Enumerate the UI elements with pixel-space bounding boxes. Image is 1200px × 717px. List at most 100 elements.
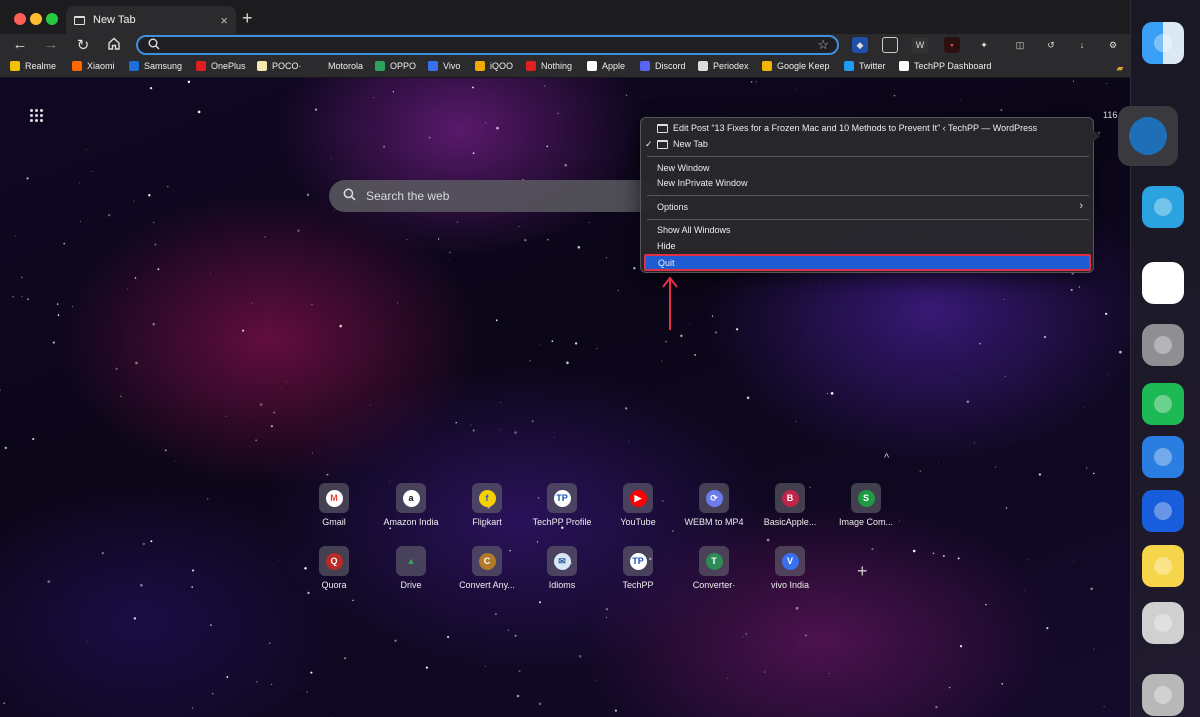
speed-dial-convert-any[interactable]: C Convert Any...	[447, 546, 527, 590]
slack-icon[interactable]	[1142, 262, 1184, 304]
bookmark-vivo[interactable]: Vivo	[428, 61, 460, 71]
speed-dial-vivo-india[interactable]: Vvivo India	[750, 546, 830, 590]
minimize-window-button[interactable]	[30, 13, 42, 25]
forward-icon[interactable]: →	[40, 36, 62, 53]
bookmark-favicon-icon	[129, 61, 139, 71]
split-screen-icon[interactable]: ◫	[1012, 37, 1028, 53]
bookmark-label: Nothing	[541, 61, 573, 71]
bookmark-techpp-dashboard[interactable]: TechPP Dashboard	[899, 61, 991, 71]
tab-title: New Tab	[93, 14, 136, 26]
disk-utility-icon[interactable]	[1142, 602, 1184, 644]
settings-gear-icon[interactable]: ⚙	[1105, 37, 1121, 53]
bookmark-label: POCO·	[272, 61, 302, 71]
speed-dial-techpp-profile[interactable]: TP TechPP Profile	[522, 483, 602, 527]
speed-dial-youtube[interactable]: ▶ YouTube	[598, 483, 678, 527]
speed-dial-drive[interactable]: ▲ Drive	[371, 546, 451, 590]
extension-window-icon[interactable]	[882, 37, 898, 53]
speed-dial-image-com[interactable]: S Image Com...	[826, 483, 906, 527]
zoom-window-button[interactable]	[46, 13, 58, 25]
extension-w-icon[interactable]: W	[912, 37, 928, 53]
web-search-box[interactable]: Search the web	[329, 180, 659, 212]
bookmark-oppo[interactable]: OPPO	[375, 61, 416, 71]
menu-item-new-window[interactable]: New Window	[657, 163, 710, 173]
finder-icon[interactable]	[1142, 22, 1184, 64]
notes-icon[interactable]	[1142, 545, 1184, 587]
menu-item-window-edit-post[interactable]: Edit Post “13 Fixes for a Frozen Mac and…	[657, 123, 1037, 133]
bitwarden-icon[interactable]	[1142, 490, 1184, 532]
site-favicon-icon: Q	[325, 552, 343, 570]
downloads-icon[interactable]: ↓	[1074, 37, 1090, 53]
site-favicon-icon: ▲	[406, 556, 416, 566]
refresh-icon[interactable]: ↻	[72, 36, 94, 54]
other-bookmarks-folder-icon[interactable]: ▰	[1112, 60, 1128, 76]
bookmark-label: iQOO	[490, 61, 514, 71]
speed-dial-amazon-india[interactable]: a Amazon India	[371, 483, 451, 527]
bookmark-realme[interactable]: Realme	[10, 61, 56, 71]
spotify-icon[interactable]	[1142, 383, 1184, 425]
speed-dial-basicapple[interactable]: B BasicApple...	[750, 483, 830, 527]
site-favicon-icon: ⟳	[705, 489, 723, 507]
tasks-icon[interactable]	[1142, 436, 1184, 478]
speed-dial-gmail[interactable]: M Gmail	[294, 483, 374, 527]
extension-badge-icon[interactable]: ▪	[944, 37, 960, 53]
history-icon[interactable]: ↺	[1043, 37, 1059, 53]
speed-dial-flipkart[interactable]: f Flipkart	[447, 483, 527, 527]
bookmark-motorola[interactable]: Motorola	[313, 61, 363, 71]
new-tab-button[interactable]: +	[242, 9, 253, 27]
bookmark-label: OnePlus	[211, 61, 246, 71]
bookmark-discord[interactable]: Discord	[640, 61, 686, 71]
bookmark-apple[interactable]: Apple	[587, 61, 625, 71]
bookmark-oneplus[interactable]: OnePlus	[196, 61, 246, 71]
tab-close-button[interactable]: ×	[220, 13, 228, 28]
speed-dial-techpp[interactable]: TP TechPP	[598, 546, 678, 590]
speed-dial-idioms[interactable]: ✉ Idioms	[522, 546, 602, 590]
bookmark-label: OPPO	[390, 61, 417, 71]
home-icon[interactable]	[103, 37, 125, 54]
bookmark-label: Google Keep	[777, 61, 830, 71]
menu-item-new-inprivate-window[interactable]: New InPrivate Window	[657, 178, 748, 188]
bookmark-nothing[interactable]: Nothing	[526, 61, 572, 71]
bookmark-label: Vivo	[443, 61, 461, 71]
close-window-button[interactable]	[14, 13, 26, 25]
dock-glyph	[1154, 686, 1172, 704]
bookmark-favicon-icon	[844, 61, 854, 71]
speed-dial-converter[interactable]: T Converter·	[674, 546, 754, 590]
tab-new-tab[interactable]: New Tab ×	[66, 6, 236, 34]
favorite-star-icon[interactable]: ☆	[817, 37, 829, 53]
extensions-puzzle-icon[interactable]: ✦	[976, 37, 992, 53]
site-favicon-icon: T	[705, 552, 723, 570]
bookmark-xiaomi[interactable]: Xiaomi	[72, 61, 115, 71]
speed-dial-label: Amazon India	[383, 517, 439, 527]
dock-glyph	[1154, 557, 1172, 575]
trash-icon[interactable]	[1142, 674, 1184, 716]
telegram-icon[interactable]	[1142, 186, 1184, 228]
bookmark-iqoo[interactable]: iQOO	[475, 61, 513, 71]
bookmark-favicon-icon	[196, 61, 206, 71]
bookmark-google-keep[interactable]: Google Keep	[762, 61, 830, 71]
speed-dial-webm-to-mp4[interactable]: ⟳ WEBM to MP4	[674, 483, 754, 527]
collapse-chevron-icon[interactable]: ^	[884, 452, 889, 464]
system-settings-icon[interactable]	[1142, 324, 1184, 366]
bookmark-poco[interactable]: POCO·	[257, 61, 302, 71]
menu-item-quit-label: Quit	[658, 258, 675, 268]
bookmark-samsung[interactable]: Samsung	[129, 61, 182, 71]
menu-item-quit[interactable]: Quit	[644, 254, 1091, 271]
app-launcher-icon[interactable]	[30, 109, 44, 123]
bookmark-periodex[interactable]: Periodex	[698, 61, 749, 71]
speed-dial-icon: Q	[319, 546, 349, 576]
edge-icon[interactable]	[1118, 106, 1178, 166]
menu-item-hide[interactable]: Hide	[657, 241, 676, 251]
menu-item-show-all-windows[interactable]: Show All Windows	[657, 225, 731, 235]
add-speed-dial-button[interactable]: +	[857, 561, 868, 582]
menu-item-options[interactable]: Options	[657, 202, 688, 212]
dock-glyph	[1129, 117, 1167, 155]
bookmark-twitter[interactable]: Twitter	[844, 61, 886, 71]
speed-dial-quora[interactable]: Q Quora	[294, 546, 374, 590]
back-icon[interactable]: ←	[9, 36, 31, 53]
speed-dial-icon: ⟳	[699, 483, 729, 513]
extension-shield-icon[interactable]: ◆	[852, 37, 868, 53]
address-bar[interactable]: ☆	[136, 35, 839, 55]
menu-item-window-new-tab[interactable]: New Tab	[657, 139, 708, 149]
speed-dial-icon: ✉	[547, 546, 577, 576]
bookmark-favicon-icon	[762, 61, 772, 71]
